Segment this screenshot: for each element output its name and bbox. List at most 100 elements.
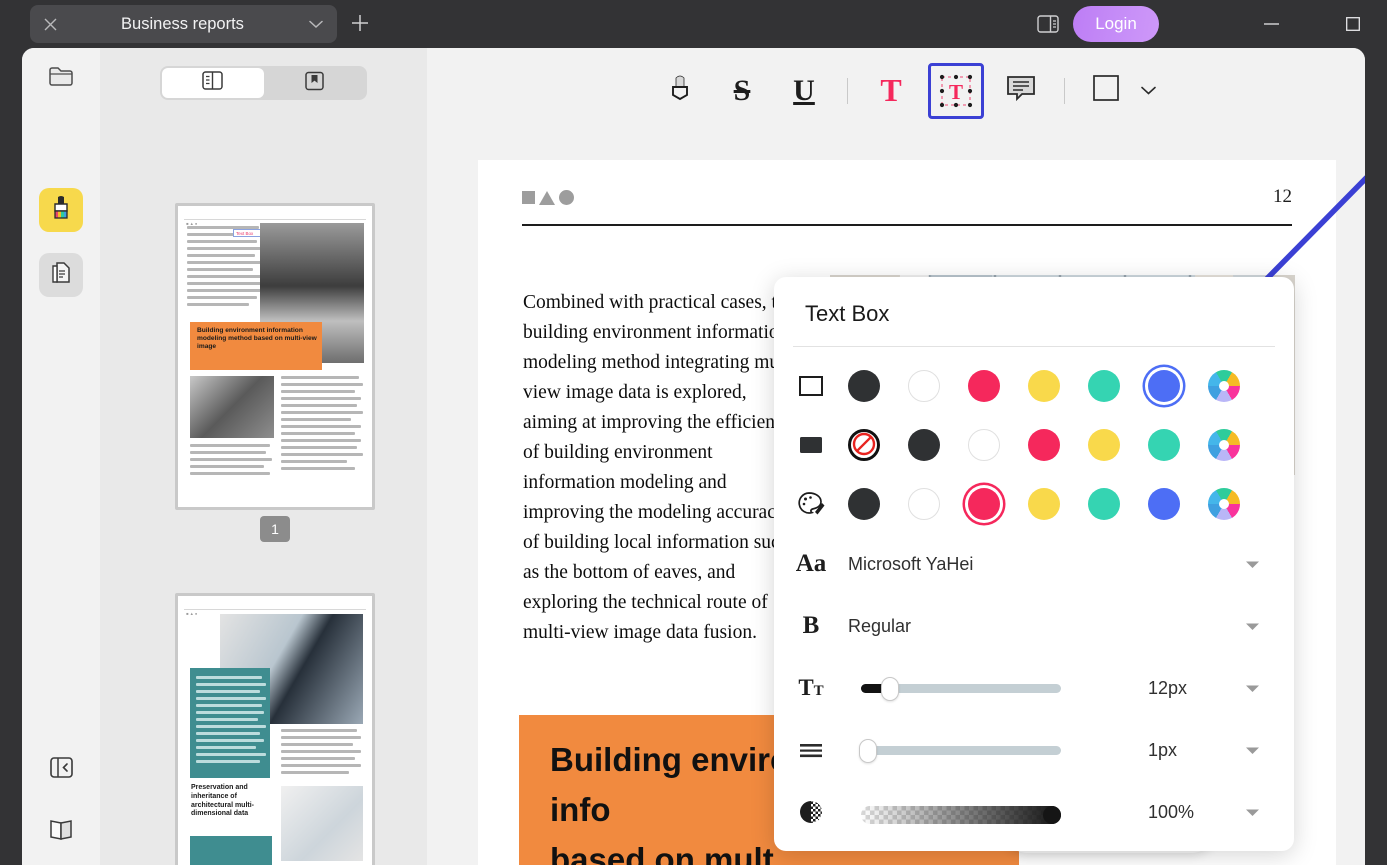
swatch-border-blue-selected[interactable] (1148, 369, 1180, 402)
opacity-track (861, 805, 1061, 824)
border-width-thumb[interactable] (859, 738, 877, 763)
thumbnail-page-2[interactable]: ■ ▲ ● Preservation and inheritance of ar… (175, 593, 375, 865)
page-number-badge: 1 (260, 516, 290, 542)
thumb-header: ■ ▲ ● (184, 212, 366, 226)
swatch-fill-color-wheel[interactable] (1208, 428, 1240, 461)
font-size-slider[interactable] (861, 676, 1061, 701)
tab-page-thumbnails[interactable] (162, 68, 264, 98)
font-size-thumb[interactable] (881, 676, 899, 701)
text-box-icon: T (938, 73, 974, 109)
new-tab-button[interactable] (348, 12, 372, 36)
side-panel-icon[interactable] (1036, 13, 1060, 35)
tab-title: Business reports (121, 14, 244, 33)
sidebar-item-read-mode[interactable] (39, 810, 83, 854)
properties-panel-title: Text Box (805, 301, 890, 326)
swatch-fill-none[interactable] (848, 428, 880, 461)
swatch-fill-yellow[interactable] (1088, 428, 1120, 461)
toolbar-shape-button[interactable] (1086, 71, 1126, 111)
swatch-text-dark[interactable] (848, 487, 880, 520)
swatch-border-dark[interactable] (848, 369, 880, 402)
opacity-icon (774, 799, 848, 825)
swatch-fill-dark[interactable] (908, 428, 940, 461)
folder-icon (47, 64, 75, 93)
swatch-border-yellow[interactable] (1028, 369, 1060, 402)
document-header-shapes (522, 190, 574, 205)
border-width-row: 1px (774, 719, 1294, 781)
thumb-annotation: Text Box (233, 229, 263, 237)
highlighter-icon (665, 72, 695, 109)
swatch-fill-white[interactable] (968, 428, 1000, 461)
sidebar-item-collapse[interactable] (39, 748, 83, 792)
document-paragraph: Combined with practical cases, the build… (523, 292, 802, 643)
swatch-text-pink-selected[interactable] (968, 487, 1000, 520)
font-style-value: Regular (848, 615, 912, 636)
minimize-button[interactable] (1248, 0, 1294, 48)
swatch-border-color-wheel[interactable] (1208, 369, 1240, 402)
palette-icon (774, 490, 848, 518)
document-scan-icon (48, 260, 74, 291)
toolbar-separator-1 (847, 77, 848, 104)
font-style-row[interactable]: B Regular (774, 595, 1294, 657)
document-tab[interactable]: Business reports (30, 5, 337, 43)
sidebar-item-files[interactable] (39, 56, 83, 100)
toolbar-shape-dropdown[interactable] (1135, 71, 1161, 111)
swatch-fill-teal[interactable] (1148, 428, 1180, 461)
maximize-button[interactable] (1330, 0, 1376, 48)
thumb2-title: Preservation and inheritance of architec… (191, 784, 255, 818)
tab-close-icon[interactable] (30, 5, 70, 43)
border-color-row (774, 356, 1294, 415)
font-family-row[interactable]: Aa Microsoft YaHei (774, 533, 1294, 595)
comment-icon (1005, 73, 1037, 108)
font-style-icon: B (802, 612, 820, 639)
line-width-icon (774, 740, 848, 760)
toolbar-highlight-button[interactable] (658, 69, 702, 113)
title-bar: Business reports Login (0, 0, 1387, 48)
swatch-border-white[interactable] (908, 369, 940, 402)
font-size-icon: TT (798, 675, 824, 700)
text-icon: T (880, 72, 902, 108)
swatch-border-pink[interactable] (968, 369, 1000, 402)
sidebar-item-ocr[interactable] (39, 253, 83, 297)
font-style-chevron-down-icon[interactable] (1245, 619, 1260, 634)
border-width-chevron-down-icon[interactable] (1245, 743, 1260, 758)
opacity-row: 100% (774, 781, 1294, 843)
opacity-thumb[interactable] (1043, 805, 1061, 824)
swatch-fill-pink[interactable] (1028, 428, 1060, 461)
document-header: 12 (522, 182, 1292, 226)
swatch-text-white[interactable] (908, 487, 940, 520)
thumbnail-tabs (160, 66, 367, 100)
text-color-row (774, 474, 1294, 533)
toolbar-textbox-button[interactable]: T (928, 62, 984, 119)
border-width-slider[interactable] (859, 738, 1061, 763)
login-button[interactable]: Login (1073, 6, 1159, 42)
bookmark-icon (304, 71, 325, 96)
swatch-text-yellow[interactable] (1028, 487, 1060, 520)
sidebar-item-highlight[interactable] (39, 188, 83, 232)
font-size-value: 12px (1148, 677, 1188, 698)
font-family-chevron-down-icon[interactable] (1245, 557, 1260, 572)
tab-chevron-down-icon[interactable] (295, 5, 337, 43)
toolbar-text-button[interactable]: T (869, 69, 913, 113)
toolbar-strikethrough-button[interactable]: S (720, 69, 764, 113)
border-width-value: 1px (1148, 739, 1178, 760)
page-thumbnails-icon (202, 71, 223, 95)
swatch-text-blue[interactable] (1148, 487, 1180, 520)
book-icon (47, 818, 75, 847)
border-width-track (861, 745, 1061, 755)
opacity-chevron-down-icon[interactable] (1245, 805, 1260, 820)
tab-bookmarks[interactable] (264, 68, 366, 98)
font-size-chevron-down-icon[interactable] (1245, 681, 1260, 696)
toolbar-comment-button[interactable] (999, 69, 1043, 113)
swatch-text-teal[interactable] (1088, 487, 1120, 520)
swatch-text-color-wheel[interactable] (1208, 487, 1240, 520)
toolbar-underline-button[interactable]: U (782, 69, 826, 113)
swatch-border-teal[interactable] (1088, 369, 1120, 402)
opacity-slider[interactable] (861, 805, 1061, 824)
fill-color-row (774, 415, 1294, 474)
thumb-photo-2 (190, 376, 274, 438)
toolbar-separator-2 (1064, 77, 1065, 104)
font-family-icon: Aa (795, 550, 827, 577)
font-size-row: TT 12px (774, 657, 1294, 719)
thumbnail-page-1[interactable]: ■ ▲ ● Text Box Building environment info… (175, 203, 375, 510)
collapse-panel-icon (48, 755, 75, 785)
